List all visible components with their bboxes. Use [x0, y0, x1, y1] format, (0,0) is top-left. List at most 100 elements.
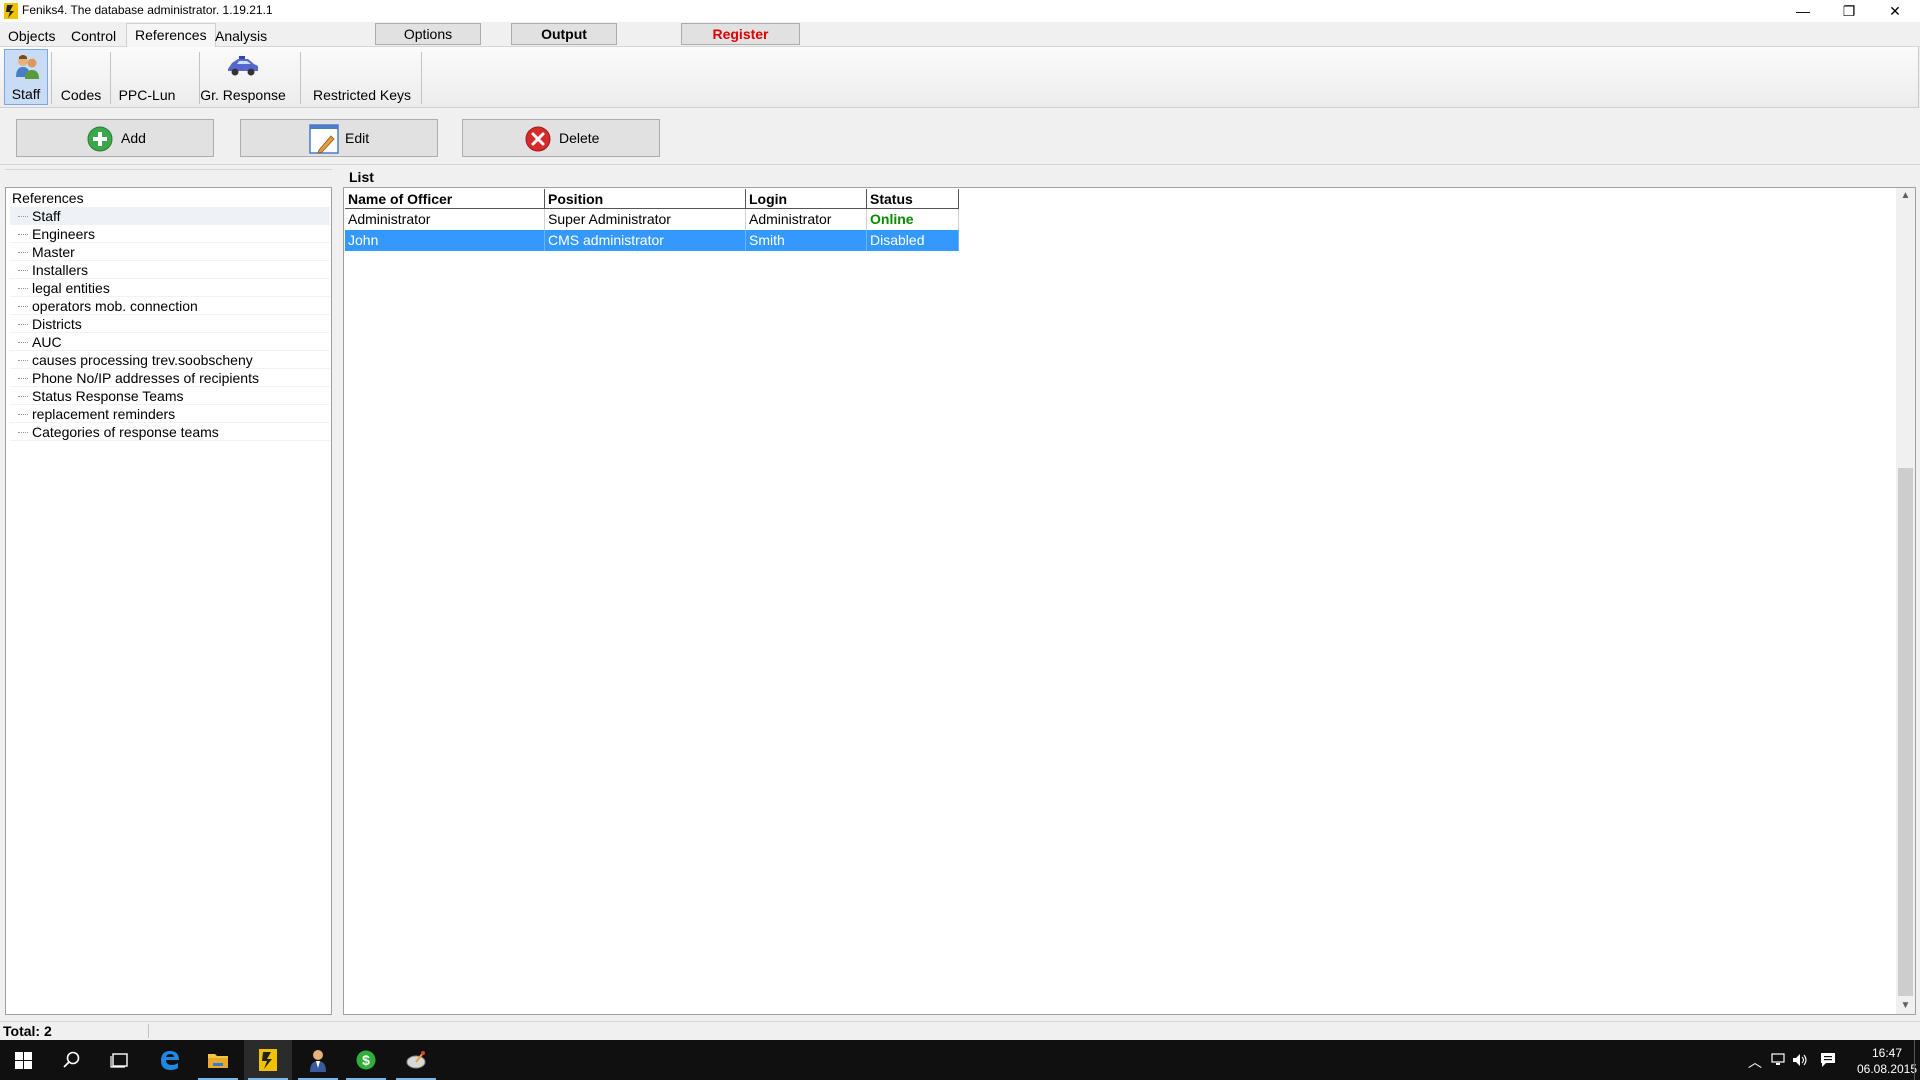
cell-name: John: [345, 230, 545, 251]
tree-item-staff[interactable]: Staff: [10, 207, 330, 225]
clock-date[interactable]: 06.08.2015: [1850, 1062, 1920, 1076]
tree-connector: [18, 234, 28, 236]
car-icon: [228, 56, 258, 76]
tab-analysis[interactable]: Analysis: [207, 26, 275, 46]
column-header-name[interactable]: Name of Officer: [345, 189, 545, 209]
notifications-icon[interactable]: [1820, 1052, 1836, 1068]
show-desktop-button[interactable]: [1914, 1040, 1920, 1080]
tree-connector: [18, 324, 28, 326]
tree-connector: [18, 432, 28, 434]
feniks-icon: [259, 1049, 277, 1071]
tab-control[interactable]: Control: [63, 26, 124, 46]
tree-item-operators-mob-connection[interactable]: operators mob. connection: [10, 297, 330, 315]
cell-name: Administrator: [345, 209, 545, 230]
status-bar: [0, 1021, 1920, 1040]
windows-start-icon: [15, 1052, 32, 1069]
scroll-up-arrow-icon[interactable]: ▲: [1896, 188, 1915, 204]
table-row[interactable]: Administrator Super Administrator Admini…: [345, 209, 959, 230]
tree-connector: [18, 288, 28, 290]
cell-status: Online: [867, 209, 959, 230]
tree-item-categories-response-teams[interactable]: Categories of response teams: [10, 423, 330, 441]
table-row[interactable]: John CMS administrator Smith Disabled: [345, 230, 959, 251]
network-icon[interactable]: [1770, 1053, 1786, 1067]
feniks-app-icon: [4, 3, 18, 19]
file-explorer-icon: [208, 1054, 228, 1068]
tree-item-label: Categories of response teams: [32, 424, 219, 440]
tab-references[interactable]: References: [126, 23, 216, 47]
svg-text:$: $: [362, 1052, 370, 1068]
toolbar-gr-response-button[interactable]: Gr. Response: [196, 49, 290, 105]
tree-connector: [18, 378, 28, 380]
search-icon: [63, 1051, 80, 1068]
edit-button-label: Edit: [345, 130, 370, 146]
tree-item-legal-entities[interactable]: legal entities: [10, 279, 330, 297]
left-panel-header: [5, 169, 332, 187]
total-count: Total: 2: [3, 1023, 52, 1039]
scrollbar-thumb[interactable]: [1898, 468, 1913, 996]
notepad-edit-icon: [309, 124, 339, 154]
restore-button[interactable]: ❐: [1826, 0, 1872, 22]
tree-connector: [18, 252, 28, 254]
tray-chevron-icon[interactable]: ︿: [1748, 1052, 1762, 1072]
tree-connector: [18, 306, 28, 308]
toolbar-separator: [51, 52, 52, 104]
task-view-button[interactable]: [96, 1040, 144, 1080]
tree-item-master[interactable]: Master: [10, 243, 330, 261]
tab-objects[interactable]: Objects: [0, 26, 63, 46]
tree-item-replacement-reminders[interactable]: replacement reminders: [10, 405, 330, 423]
taskbar-user-app-button[interactable]: [294, 1040, 342, 1080]
tree-connector: [18, 270, 28, 272]
task-view-icon: [110, 1053, 128, 1068]
tree-item-label: AUC: [32, 334, 62, 350]
tree-item-districts[interactable]: Districts: [10, 315, 330, 333]
tree-item-auc[interactable]: AUC: [10, 333, 330, 351]
delete-button[interactable]: Delete: [462, 119, 660, 157]
tree-item-status-response-teams[interactable]: Status Response Teams: [10, 387, 330, 405]
toolbar-ppc-lun-label: PPC-Lun: [118, 87, 176, 103]
taskbar-feniks-button[interactable]: [244, 1040, 292, 1080]
toolbar-codes-button[interactable]: Codes: [54, 49, 108, 105]
cell-position: Super Administrator: [545, 209, 746, 230]
cell-status: Disabled: [867, 230, 959, 251]
add-button[interactable]: Add: [16, 119, 214, 157]
tree-item-causes-processing[interactable]: causes processing trev.soobscheny: [10, 351, 330, 369]
tree-connector: [18, 396, 28, 398]
column-header-login[interactable]: Login: [746, 189, 867, 209]
tree-root[interactable]: References: [12, 190, 84, 206]
scroll-down-arrow-icon[interactable]: ▼: [1896, 998, 1915, 1014]
taskbar-satellite-button[interactable]: [392, 1040, 440, 1080]
x-circle-icon: [525, 126, 551, 152]
toolbar-restricted-keys-button[interactable]: Restricted Keys: [304, 49, 420, 105]
clock-time[interactable]: 16:47: [1862, 1046, 1912, 1060]
minimize-button[interactable]: —: [1780, 0, 1826, 22]
edit-button[interactable]: Edit: [240, 119, 438, 157]
user-app-icon: [310, 1050, 326, 1072]
tree-item-engineers[interactable]: Engineers: [10, 225, 330, 243]
taskbar-file-explorer-button[interactable]: [194, 1040, 242, 1080]
toolbar-ppc-lun-button[interactable]: PPC-Lun: [112, 49, 182, 105]
output-button[interactable]: Output: [511, 23, 617, 45]
tree-item-label: causes processing trev.soobscheny: [32, 352, 253, 368]
start-button[interactable]: [0, 1040, 48, 1080]
taskbar-search-button[interactable]: [48, 1040, 96, 1080]
column-header-position[interactable]: Position: [545, 189, 746, 209]
taskbar-edge-button[interactable]: [146, 1040, 194, 1080]
green-dollar-icon: $: [356, 1050, 376, 1070]
toolbar-gr-response-label: Gr. Response: [200, 87, 286, 103]
tree-item-phone-ip-addresses[interactable]: Phone No/IP addresses of recipients: [10, 369, 330, 387]
tree-connector: [18, 216, 28, 218]
taskbar-green-dollar-button[interactable]: $: [342, 1040, 390, 1080]
toolbar-staff-button[interactable]: Staff: [4, 49, 48, 105]
tree-item-label: Master: [32, 244, 75, 260]
add-button-label: Add: [121, 130, 146, 146]
volume-icon[interactable]: [1792, 1053, 1808, 1067]
cell-position: CMS administrator: [545, 230, 746, 251]
tree-item-installers[interactable]: Installers: [10, 261, 330, 279]
options-button[interactable]: Options: [375, 23, 481, 45]
toolbar-separator: [421, 52, 422, 104]
close-button[interactable]: ✕: [1872, 0, 1918, 22]
staff-list-panel[interactable]: [343, 187, 1916, 1015]
column-header-status[interactable]: Status: [867, 189, 959, 209]
tree-item-label: legal entities: [32, 280, 110, 296]
register-button[interactable]: Register: [681, 23, 800, 45]
